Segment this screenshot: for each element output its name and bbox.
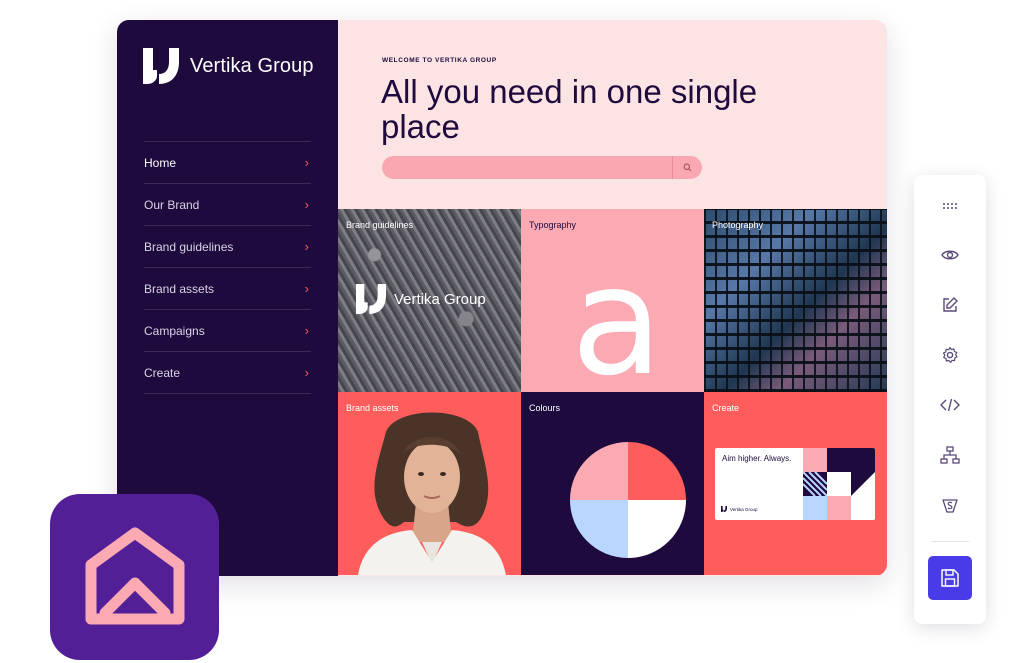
brand-guidelines-logo: Vertika Group [356, 284, 486, 314]
portrait-photo [358, 412, 506, 575]
save-icon [941, 569, 959, 587]
sidebar-item-label: Campaigns [144, 323, 205, 338]
sidebar-item-brand-guidelines[interactable]: Brand guidelines › [144, 226, 311, 268]
toolbar-divider [931, 541, 969, 542]
card-graphic [803, 448, 875, 520]
campaign-card-preview: Aim higher. Always. Vertika Group [715, 448, 875, 520]
tile-photography[interactable]: Photography [704, 209, 887, 392]
sidebar-item-home[interactable]: Home › [144, 142, 311, 184]
tile-label: Create [712, 403, 740, 413]
app-window: Vertika Group Home › Our Brand › Brand g… [117, 20, 887, 576]
sidebar-item-label: Home [144, 155, 177, 170]
chevron-right-icon: › [304, 155, 309, 170]
drag-handle-icon[interactable] [936, 192, 964, 220]
tile-grid: Brand guidelines Vertika Group Typograph… [338, 209, 887, 576]
vertika-logo-icon [143, 48, 179, 84]
edit-icon[interactable] [936, 291, 964, 319]
sidebar-item-label: Brand assets [144, 281, 215, 296]
tile-label: Colours [529, 403, 561, 413]
card-headline: Aim higher. Always. [722, 454, 792, 463]
save-button[interactable] [928, 556, 972, 600]
sidebar-item-campaigns[interactable]: Campaigns › [144, 310, 311, 352]
tile-typography[interactable]: Typography a [521, 209, 704, 392]
card-brand: Vertika Group [721, 506, 758, 512]
sidebar-item-create[interactable]: Create › [144, 352, 311, 394]
vertika-logo-icon [356, 284, 386, 314]
sitemap-icon[interactable] [936, 441, 964, 469]
chevron-right-icon: › [304, 323, 309, 338]
sidebar-nav: Home › Our Brand › Brand guidelines › Br… [144, 141, 311, 394]
sidebar: Vertika Group Home › Our Brand › Brand g… [117, 20, 338, 576]
app-icon [50, 494, 219, 660]
hero-section: WELCOME TO VERTIKA GROUP All you need in… [338, 20, 887, 209]
sidebar-item-label: Brand guidelines [144, 239, 234, 254]
search-input[interactable] [382, 156, 702, 179]
vertika-logo-icon [721, 506, 727, 512]
eye-icon[interactable] [936, 241, 964, 269]
sidebar-item-label: Our Brand [144, 197, 200, 212]
tile-label: Brand assets [346, 403, 399, 413]
brand-logo[interactable]: Vertika Group [143, 48, 314, 84]
overlay-brand-name: Vertika Group [394, 290, 486, 308]
tile-create[interactable]: Create Aim higher. Always. Vertika Group [704, 392, 887, 575]
brand-name: Vertika Group [190, 54, 314, 77]
tile-label: Photography [712, 220, 764, 230]
tile-colours[interactable]: Colours [521, 392, 704, 575]
building-photo [704, 209, 887, 392]
home-roof-icon [85, 527, 184, 625]
search-button[interactable] [672, 156, 702, 179]
sidebar-item-label: Create [144, 365, 181, 380]
hero-eyebrow: WELCOME TO VERTIKA GROUP [382, 57, 497, 64]
colour-wheel [570, 442, 686, 558]
tile-label: Brand guidelines [346, 220, 414, 230]
tile-label: Typography [529, 220, 577, 230]
sidebar-item-our-brand[interactable]: Our Brand › [144, 184, 311, 226]
tile-brand-assets[interactable]: Brand assets [338, 392, 521, 575]
card-brand-name: Vertika Group [730, 506, 758, 512]
page-title: All you need in one single place [381, 73, 758, 145]
editor-toolbar [914, 175, 986, 624]
typography-glyph: a [571, 235, 663, 392]
code-icon[interactable] [936, 391, 964, 419]
chevron-right-icon: › [304, 239, 309, 254]
sidebar-item-brand-assets[interactable]: Brand assets › [144, 268, 311, 310]
chevron-right-icon: › [304, 197, 309, 212]
chevron-right-icon: › [304, 365, 309, 380]
tile-brand-guidelines[interactable]: Brand guidelines Vertika Group [338, 209, 521, 392]
search-icon [683, 163, 692, 172]
chevron-right-icon: › [304, 281, 309, 296]
settings-icon[interactable] [936, 341, 964, 369]
badge-s-icon[interactable] [936, 491, 964, 519]
